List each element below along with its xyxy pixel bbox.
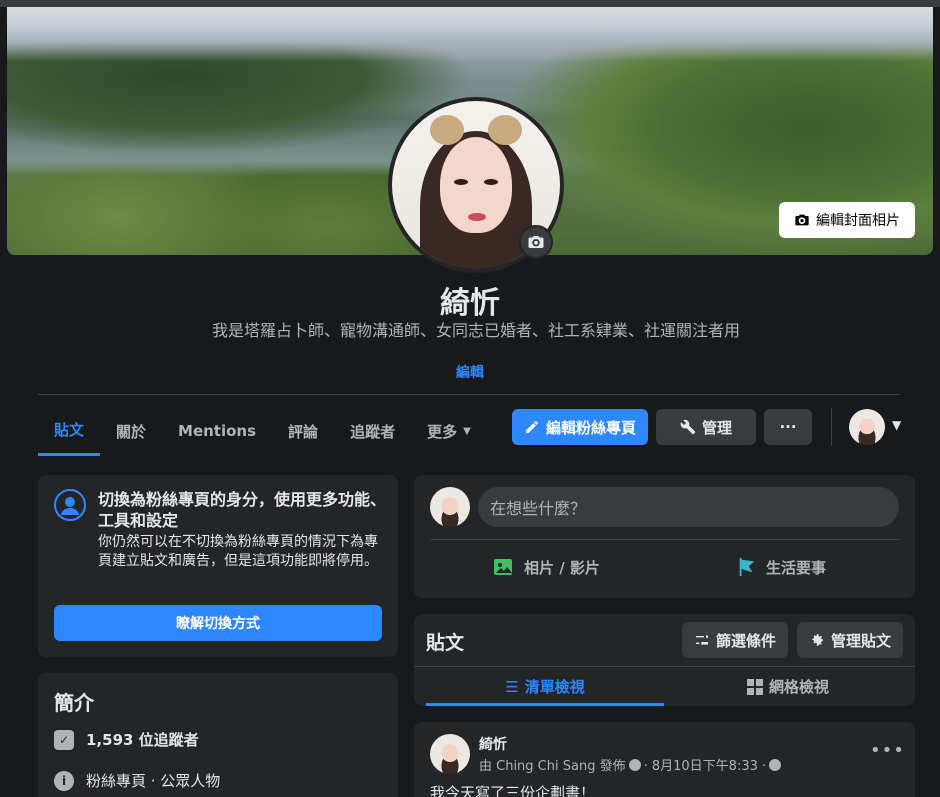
profile-tabs: 貼文 關於 Mentions 評論 追蹤者 更多 ▼ (38, 406, 487, 458)
tab-grid-view[interactable]: 網格檢視 (672, 667, 904, 706)
top-bar (0, 0, 940, 7)
info-icon: i (54, 770, 74, 791)
photo-video-button[interactable]: 相片 / 影片 (492, 553, 600, 581)
flag-icon (739, 557, 755, 577)
switch-profile-icon (54, 489, 86, 521)
tab-list-view[interactable]: ☰ 清單檢視 (426, 667, 664, 706)
posts-title: 貼文 (426, 632, 465, 654)
tab-followers[interactable]: 追蹤者 (334, 406, 411, 456)
posts-header-card: 貼文 篩選條件 管理貼文 ☰ 清單檢視 網格檢視 (414, 614, 915, 706)
globe-icon (769, 758, 782, 771)
post-text: 我今天寫了三份企劃書！ (430, 784, 596, 797)
grid-icon (746, 678, 763, 695)
avatar (430, 487, 470, 527)
edit-cover-label: 編輯封面相片 (816, 213, 900, 229)
tab-mentions[interactable]: Mentions (162, 406, 272, 456)
followers-row: ✓ 1,593 位追蹤者 (54, 729, 199, 750)
avatar[interactable] (430, 734, 470, 774)
tab-posts[interactable]: 貼文 (38, 406, 101, 456)
learn-switch-button[interactable]: 瞭解切換方式 (54, 605, 382, 641)
switch-profile-card: 切換為粉絲專頁的身分，使用更多功能、工具和設定 你仍然可以在不切換為粉絲專頁的情… (38, 475, 398, 657)
list-icon: ☰ (505, 677, 519, 696)
switch-description: 你仍然可以在不切換為粉絲專頁的情況下為專頁建立貼文和廣告，但是這項功能即將停用。 (98, 534, 378, 569)
gear-icon (812, 634, 823, 646)
post-composer: 在想些什麼？ 相片 / 影片 生活要事 (414, 475, 915, 598)
tab-reviews[interactable]: 評論 (272, 406, 334, 456)
tab-about[interactable]: 關於 (100, 406, 162, 456)
followers-icon: ✓ (54, 729, 74, 750)
divider (831, 408, 832, 446)
caret-down-icon[interactable]: ▼ (892, 418, 901, 432)
camera-icon (795, 214, 809, 226)
camera-icon (528, 236, 544, 248)
pencil-icon (525, 420, 538, 433)
post-item: 綺忻 由 Ching Chi Sang 發佈 · 8月10日下午8:33 · •… (414, 722, 915, 797)
intro-title: 簡介 (54, 691, 94, 715)
category-row: i 粉絲專頁 · 公眾人物 (54, 770, 220, 791)
post-meta: 由 Ching Chi Sang 發佈 · 8月10日下午8:33 · (479, 755, 782, 774)
edit-bio-link[interactable]: 編輯 (0, 362, 940, 382)
composer-input[interactable]: 在想些什麼？ (478, 487, 899, 527)
manage-button[interactable]: 管理 (656, 409, 756, 445)
post-options-button[interactable]: ••• (870, 740, 905, 761)
tab-more[interactable]: 更多 ▼ (411, 406, 487, 456)
filter-button[interactable]: 篩選條件 (682, 622, 788, 658)
tools-icon (680, 419, 696, 435)
update-profile-photo-button[interactable] (519, 225, 553, 259)
life-event-button[interactable]: 生活要事 (736, 553, 826, 581)
manage-posts-button[interactable]: 管理貼文 (797, 622, 903, 658)
edit-cover-button[interactable]: 編輯封面相片 (779, 202, 915, 238)
photo-icon (494, 559, 512, 575)
active-tab-indicator (426, 703, 664, 706)
switch-title: 切換為粉絲專頁的身分，使用更多功能、工具和設定 (98, 490, 387, 530)
bio-text: 我是塔羅占卜師、寵物溝通師、女同志已婚者、社工系肄業、社運關注者用 (211, 321, 740, 340)
intro-card: 簡介 ✓ 1,593 位追蹤者 i 粉絲專頁 · 公眾人物 (38, 673, 398, 797)
help-icon[interactable] (628, 758, 641, 771)
caret-down-icon: ▼ (463, 425, 471, 437)
edit-page-button[interactable]: 編輯粉絲專頁 (512, 409, 648, 445)
more-options-button[interactable]: ··· (764, 409, 812, 445)
divider (38, 394, 900, 395)
post-author[interactable]: 綺忻 (479, 734, 507, 754)
page-title: 綺忻 (440, 286, 500, 321)
divider (430, 539, 899, 540)
sliders-icon (695, 635, 708, 645)
profile-switcher-avatar[interactable] (849, 409, 885, 445)
